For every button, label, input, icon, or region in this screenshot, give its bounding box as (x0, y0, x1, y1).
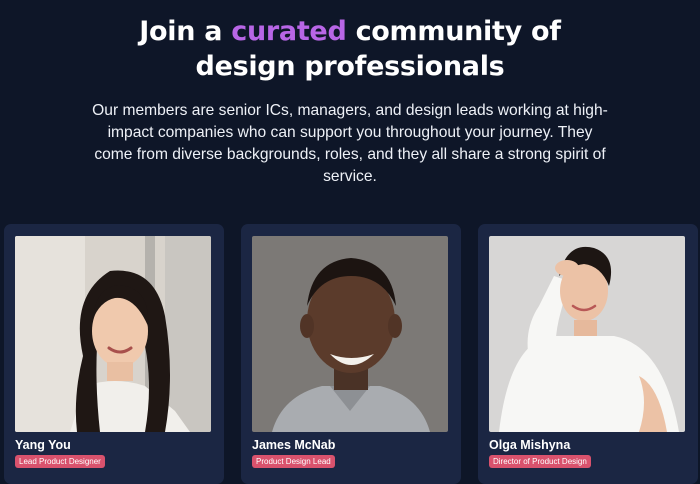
title-suffix: community of (346, 16, 561, 47)
hero-section: Join a curated community of design profe… (0, 14, 700, 188)
title-prefix: Join a (139, 16, 232, 47)
title-line-2: design professionals (195, 51, 505, 82)
page-title: Join a curated community of design profe… (0, 14, 700, 84)
member-cards: Yang You Lead Product Designer James McN… (4, 224, 700, 484)
member-photo (252, 236, 448, 432)
title-accent: curated (231, 16, 347, 47)
member-card[interactable]: Olga Mishyna Director of Product Design (478, 224, 698, 484)
member-role-badge: Director of Product Design (489, 455, 591, 468)
member-photo (489, 236, 685, 432)
member-card[interactable]: Yang You Lead Product Designer (4, 224, 224, 484)
member-name: James McNab (252, 438, 336, 452)
member-photo (15, 236, 211, 432)
member-card[interactable]: James McNab Product Design Lead (241, 224, 461, 484)
member-role-badge: Lead Product Designer (15, 455, 105, 468)
hero-description: Our members are senior ICs, managers, an… (92, 102, 608, 185)
member-role-badge: Product Design Lead (252, 455, 335, 468)
member-name: Yang You (15, 438, 71, 452)
member-name: Olga Mishyna (489, 438, 571, 452)
